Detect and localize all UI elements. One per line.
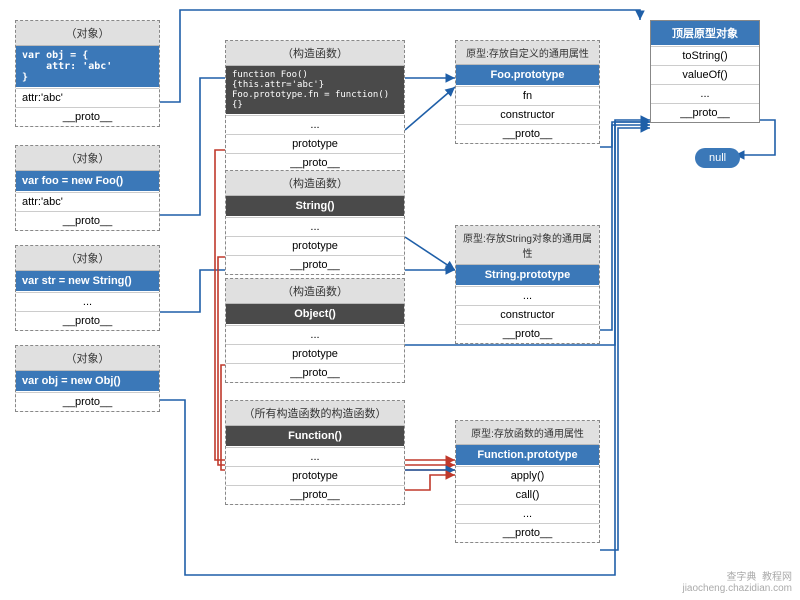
str-title: var str = new String() (16, 271, 159, 292)
obj2-title: var obj = new Obj() (16, 371, 159, 392)
top-r1: toString() (651, 46, 759, 65)
obj1-r1: attr:'abc' (16, 88, 159, 107)
str-header: （对象） (16, 246, 159, 271)
pfunction-r2: call() (456, 485, 599, 504)
foo-header: （对象） (16, 146, 159, 171)
cstring-header: （构造函数） (226, 171, 404, 196)
box-pstring: 原型:存放String对象的通用属性 String.prototype ... … (455, 225, 600, 344)
obj1-header: （对象） (16, 21, 159, 46)
top-r2: valueOf() (651, 65, 759, 84)
cobject-r2: prototype (226, 344, 404, 363)
cfunction-r3: __proto__ (226, 485, 404, 504)
top-r3: ... (651, 84, 759, 103)
box-cfunction: （所有构造函数的构造函数） Function() ... prototype _… (225, 400, 405, 505)
obj1-title: var obj = { attr: 'abc' } (16, 46, 159, 88)
cobject-t: Object() (226, 304, 404, 325)
obj1-r2: __proto__ (16, 107, 159, 126)
box-pfunction: 原型:存放函数的通用属性 Function.prototype apply() … (455, 420, 600, 543)
cobject-r1: ... (226, 325, 404, 344)
cfoo-header: （构造函数） (226, 41, 404, 66)
pstring-header: 原型:存放String对象的通用属性 (456, 226, 599, 265)
obj2-header: （对象） (16, 346, 159, 371)
foo-r2: __proto__ (16, 211, 159, 230)
box-str: （对象） var str = new String() ... __proto_… (15, 245, 160, 331)
pfunction-header: 原型:存放函数的通用属性 (456, 421, 599, 445)
pfoo-t: Foo.prototype (456, 65, 599, 86)
top-r4: __proto__ (651, 103, 759, 122)
box-obj2: （对象） var obj = new Obj() __proto__ (15, 345, 160, 412)
foo-title: var foo = new Foo() (16, 171, 159, 192)
cobject-header: （构造函数） (226, 279, 404, 304)
top-header: 顶层原型对象 (651, 21, 759, 46)
box-obj1: （对象） var obj = { attr: 'abc' } attr:'abc… (15, 20, 160, 127)
pstring-t: String.prototype (456, 265, 599, 286)
box-cstring: （构造函数） String() ... prototype __proto__ (225, 170, 405, 275)
pstring-r3: __proto__ (456, 324, 599, 343)
cfunction-r1: ... (226, 447, 404, 466)
obj2-r1: __proto__ (16, 392, 159, 411)
cstring-r3: __proto__ (226, 255, 404, 274)
box-top: 顶层原型对象 toString() valueOf() ... __proto_… (650, 20, 760, 123)
cfoo-r2: prototype (226, 134, 404, 153)
pfunction-r3: ... (456, 504, 599, 523)
pfoo-header: 原型:存放自定义的通用属性 (456, 41, 599, 65)
box-pfoo: 原型:存放自定义的通用属性 Foo.prototype fn construct… (455, 40, 600, 144)
cfunction-r2: prototype (226, 466, 404, 485)
foo-r1: attr:'abc' (16, 192, 159, 211)
cfunction-header: （所有构造函数的构造函数） (226, 401, 404, 426)
str-r2: __proto__ (16, 311, 159, 330)
watermark: 查字典 教程网 jiaocheng.chazidian.com (682, 568, 792, 594)
box-cobject: （构造函数） Object() ... prototype __proto__ (225, 278, 405, 383)
box-cfoo: （构造函数） function Foo(){this.attr='abc'}Fo… (225, 40, 405, 173)
cstring-r2: prototype (226, 236, 404, 255)
cstring-t: String() (226, 196, 404, 217)
null-box: null (695, 148, 740, 168)
pfoo-r1: fn (456, 86, 599, 105)
pfunction-t: Function.prototype (456, 445, 599, 466)
pfoo-r2: constructor (456, 105, 599, 124)
pfoo-r3: __proto__ (456, 124, 599, 143)
str-r1: ... (16, 292, 159, 311)
cfunction-t: Function() (226, 426, 404, 447)
pfunction-r1: apply() (456, 466, 599, 485)
cstring-r1: ... (226, 217, 404, 236)
cobject-r3: __proto__ (226, 363, 404, 382)
cfoo-t1: function Foo(){this.attr='abc'}Foo.proto… (226, 66, 404, 115)
cfoo-r1: ... (226, 115, 404, 134)
box-foo: （对象） var foo = new Foo() attr:'abc' __pr… (15, 145, 160, 231)
pfunction-r4: __proto__ (456, 523, 599, 542)
pstring-r1: ... (456, 286, 599, 305)
pstring-r2: constructor (456, 305, 599, 324)
